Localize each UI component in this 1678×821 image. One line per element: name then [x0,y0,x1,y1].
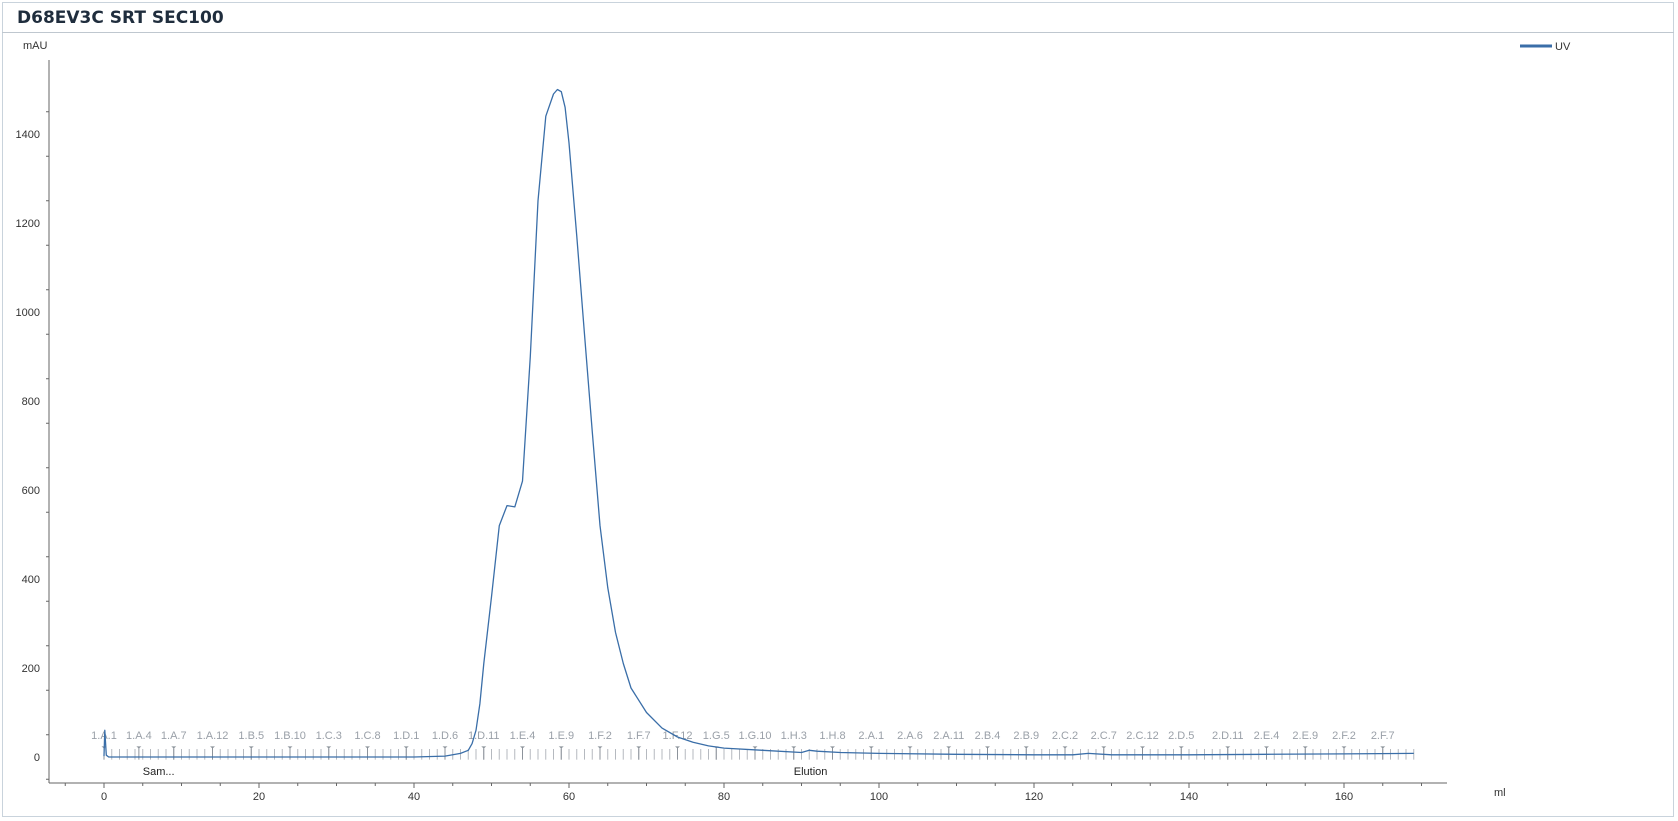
fraction-marker-arrow [636,746,642,749]
fraction-marker-arrow [1140,746,1145,749]
fraction-marker-arrow [520,746,525,749]
fraction-label: 1.G.10 [738,730,771,742]
fraction-marker-arrow [558,746,564,749]
fraction-label: 2.A.1 [858,730,884,742]
event-marker-label: Sam... [143,766,175,778]
x-tick-label: 20 [253,791,265,803]
fraction-marker-arrow [326,746,332,749]
fraction-marker-arrow [1225,746,1231,749]
fraction-label: 1.A.4 [126,730,152,742]
legend: UV [1520,41,1571,53]
fraction-label: 1.E.9 [548,730,574,742]
fraction-label: 2.F.7 [1371,730,1395,742]
fraction-marker-arrow [1264,746,1269,749]
fraction-label: 1.C.8 [354,730,380,742]
fraction-marker-arrow [1302,746,1308,749]
fraction-marker-arrow [1101,746,1107,749]
fraction-marker-arrow [171,746,177,749]
fraction-label: 2.B.9 [1013,730,1039,742]
fraction-label: 2.B.4 [975,730,1001,742]
fraction-marker-arrow [752,746,758,749]
fraction-label: 1.B.5 [238,730,264,742]
fraction-marker-arrow [1341,746,1347,749]
y-tick-label: 1200 [16,218,40,230]
fraction-label: 1.A.12 [197,730,229,742]
x-tick-label: 60 [563,791,575,803]
fraction-marker-arrow [210,746,215,749]
fraction-label: 1.C.3 [316,730,342,742]
x-tick-label: 120 [1025,791,1043,803]
fraction-label: 1.D.1 [393,730,419,742]
fraction-label: 1.A.7 [161,730,187,742]
fraction-marker-arrow [946,746,952,749]
fraction-label: 2.A.6 [897,730,923,742]
y-tick-label: 1400 [16,129,40,141]
fraction-marker-arrow [907,746,913,749]
x-axis-label: ml [1494,787,1506,799]
event-marker-label: Elution [794,766,828,778]
x-tick-label: 80 [718,791,730,803]
fraction-label: 2.E.9 [1292,730,1318,742]
fraction-label: 2.A.11 [933,730,964,742]
y-tick-label: 600 [22,485,40,497]
fraction-label: 1.H.3 [781,730,807,742]
fraction-marker-arrow [675,746,680,749]
y-tick-label: 800 [22,396,40,408]
x-tick-label: 40 [408,791,420,803]
fraction-label: 2.F.2 [1332,730,1356,742]
event-markers: Sam... Elution [143,766,828,778]
chromatogram-chart: 0 200 400 600 800 1000 1200 1400 mAU 0 20 40 60 80 100… [16,40,1571,803]
fraction-marker-arrow [442,746,448,749]
fraction-marker-arrow [1380,746,1386,749]
fraction-marker-arrow [481,746,487,749]
fraction-label: 1.B.10 [274,730,306,742]
fraction-label: 2.D.11 [1212,730,1244,742]
fraction-marker-arrow [365,746,370,749]
fraction-marker-arrow [403,746,409,749]
fraction-marker-arrow [1023,746,1029,749]
x-tick-label: 0 [101,791,107,803]
fraction-label: 1.G.5 [703,730,730,742]
x-tick-label: 100 [870,791,888,803]
series-layer [103,88,1414,758]
fraction-label: 1.F.2 [588,730,612,742]
fraction-marker-arrow [985,746,990,749]
x-tick-label: 140 [1180,791,1198,803]
legend-label-uv: UV [1555,41,1571,53]
fraction-label: 1.E.4 [510,730,536,742]
fraction-label: 1.H.8 [819,730,845,742]
y-axis-label: mAU [23,40,48,52]
fraction-label: 2.E.4 [1254,730,1280,742]
y-tick-label: 0 [34,752,40,764]
axes: 0 200 400 600 800 1000 1200 1400 mAU 0 20 40 60 80 100… [16,40,1506,803]
fraction-marker-arrow [868,746,874,749]
y-tick-label: 1000 [16,307,40,319]
fraction-marker-arrow [136,746,142,749]
fraction-marker-arrow [248,746,254,749]
x-tick-label: 160 [1335,791,1353,803]
fraction-marker-arrow [287,746,293,749]
fraction-marker-arrow [791,746,797,749]
fraction-marker-arrow [830,746,835,749]
fraction-marker-arrow [597,746,603,749]
fraction-label: 1.F.7 [627,730,651,742]
fraction-label: 2.C.2 [1052,730,1078,742]
fraction-label: 2.C.7 [1091,730,1117,742]
fraction-marker-arrow [1062,746,1068,749]
fraction-label: 2.C.12 [1126,730,1158,742]
uv-series-line [103,88,1414,758]
fraction-label: 2.D.5 [1168,730,1194,742]
y-tick-label: 200 [22,663,40,675]
y-tick-label: 400 [22,574,40,586]
fraction-label: 1.D.6 [432,730,458,742]
fraction-marker-arrow [1178,746,1184,749]
